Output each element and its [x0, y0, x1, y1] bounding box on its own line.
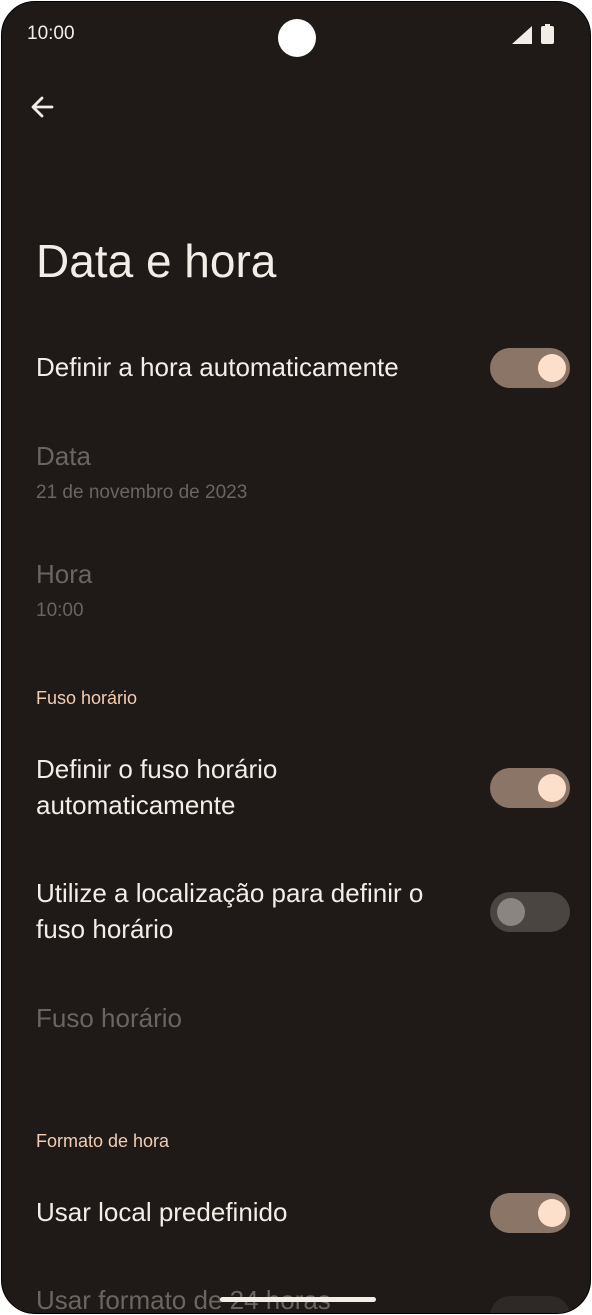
section-header-time-format: Formato de hora: [36, 1131, 170, 1151]
locale-default-label: Usar local predefinido: [36, 1197, 288, 1227]
location-timezone-label: Utilize a localização para definir o fus…: [36, 878, 424, 944]
auto-time-toggle[interactable]: [490, 348, 570, 388]
toggle-knob: [497, 898, 525, 926]
format-24h-toggle[interactable]: [490, 1296, 570, 1313]
section-header-timezone: Fuso horário: [36, 688, 138, 708]
gesture-nav-handle[interactable]: [220, 1297, 376, 1302]
toggle-knob: [538, 1199, 566, 1227]
camera-cutout: [278, 19, 316, 57]
status-time: 10:00: [27, 23, 75, 44]
battery-icon: [541, 24, 554, 44]
auto-timezone-label: Definir o fuso horário automaticamente: [36, 754, 278, 820]
date-label: Data: [36, 441, 91, 471]
auto-timezone-toggle[interactable]: [490, 768, 570, 808]
time-value: 10:00: [36, 600, 84, 621]
time-label: Hora: [36, 559, 93, 589]
toggle-knob: [538, 354, 566, 382]
date-value: 21 de novembro de 2023: [36, 482, 248, 503]
timezone-label: Fuso horário: [36, 1003, 182, 1033]
locale-default-toggle[interactable]: [490, 1193, 570, 1233]
signal-icon: [512, 26, 532, 44]
back-arrow-icon[interactable]: [24, 88, 62, 126]
page-title: Data e hora: [36, 235, 277, 287]
location-timezone-toggle[interactable]: [490, 892, 570, 932]
toggle-knob: [538, 774, 566, 802]
auto-time-label: Definir a hora automaticamente: [36, 352, 399, 382]
phone-screen: 10:00 Data e hora Definir a hora automat…: [1, 1, 591, 1314]
